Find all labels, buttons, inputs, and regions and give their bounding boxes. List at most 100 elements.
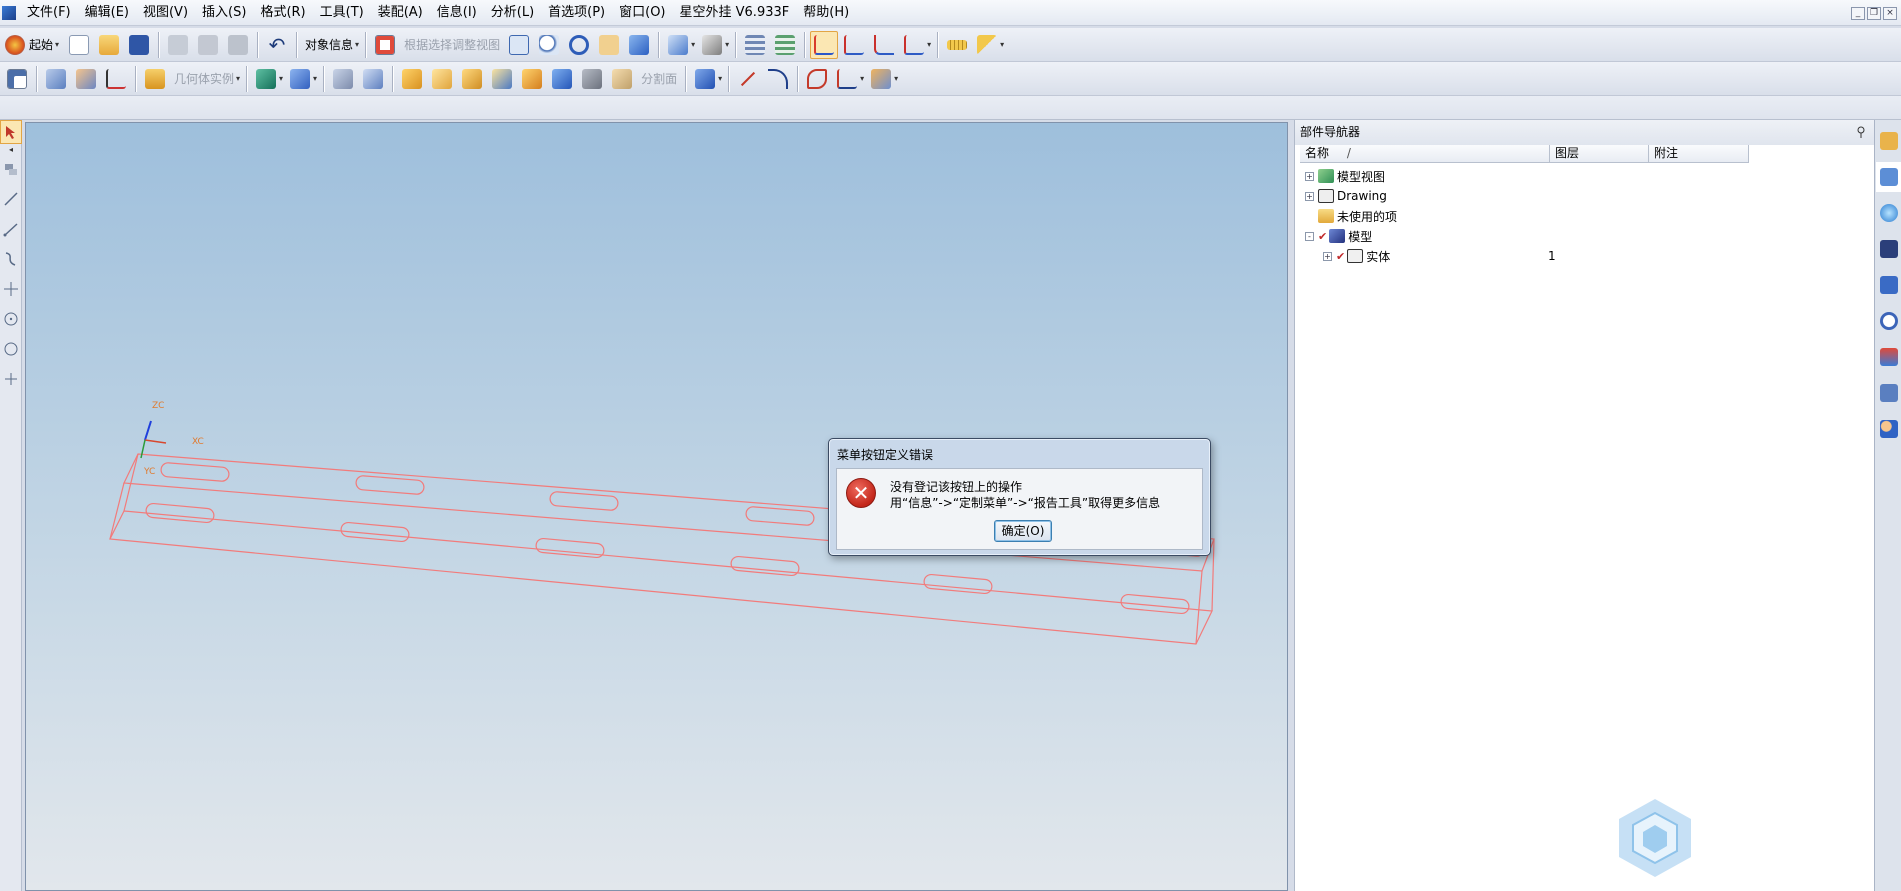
cross-tool-button[interactable]: [0, 364, 22, 394]
wcs-dynamics-button[interactable]: [810, 30, 839, 59]
menu-tools[interactable]: 工具(T): [313, 1, 371, 25]
shell-button[interactable]: [518, 65, 546, 93]
face-blend-button[interactable]: [428, 65, 456, 93]
pin-icon[interactable]: [1856, 126, 1866, 138]
zoom-fit-button[interactable]: [505, 31, 533, 59]
close-icon[interactable]: ×: [1883, 7, 1897, 20]
tree-row-drawing[interactable]: + Drawing: [1305, 187, 1387, 205]
profile-tool-button[interactable]: [0, 214, 22, 244]
split-face-button[interactable]: 分割面: [637, 70, 681, 87]
chamfer-button[interactable]: [458, 65, 486, 93]
column-header-layer[interactable]: 图层: [1550, 145, 1649, 163]
edge-blend-button[interactable]: [398, 65, 426, 93]
circle-tool-button[interactable]: [0, 334, 22, 364]
wcs-rotate-button[interactable]: [870, 31, 898, 59]
menu-preferences[interactable]: 首选项(P): [541, 1, 612, 25]
resource-web-browser-tab[interactable]: [1876, 198, 1901, 228]
menu-format[interactable]: 格式(R): [253, 1, 312, 25]
ok-button[interactable]: 确定(O): [994, 520, 1052, 542]
split-face-icon-button[interactable]: [608, 65, 636, 93]
resource-training-tab[interactable]: [1876, 234, 1901, 264]
resource-history-tab[interactable]: [1876, 306, 1901, 336]
menu-plugin[interactable]: 星空外挂 V6.933F: [673, 1, 797, 25]
hole-button[interactable]: [329, 65, 357, 93]
circle-center-tool-button[interactable]: [0, 304, 22, 334]
surface-button[interactable]: [867, 65, 895, 93]
column-header-note[interactable]: 附注: [1649, 145, 1749, 163]
geometry-instance-icon-button[interactable]: [141, 65, 169, 93]
collapse-toggle[interactable]: -: [1305, 231, 1314, 241]
resource-process-studio-tab[interactable]: [1876, 378, 1901, 408]
object-info-button[interactable]: 对象信息: [301, 36, 357, 53]
fit-view-to-selection-button[interactable]: 根据选择调整视图: [400, 36, 504, 53]
rotate-button[interactable]: [565, 31, 593, 59]
expand-toggle[interactable]: +: [1305, 171, 1314, 181]
datum-axis-button[interactable]: [72, 65, 100, 93]
tree-row-unused-items[interactable]: 未使用的项: [1318, 207, 1397, 225]
part-navigator-toggle-button[interactable]: [3, 65, 31, 93]
extrude-button[interactable]: [252, 65, 280, 93]
measure-distance-button[interactable]: [943, 31, 971, 59]
start-button[interactable]: 起始 ▾: [3, 31, 63, 59]
offset-face-button[interactable]: [548, 65, 576, 93]
resource-palette-tab[interactable]: [1876, 342, 1901, 372]
layer-settings-button[interactable]: [741, 31, 769, 59]
datum-csys-button[interactable]: [102, 65, 130, 93]
feature-ops-button[interactable]: [691, 65, 719, 93]
snap-tool-button[interactable]: [0, 154, 22, 184]
paste-button[interactable]: [224, 31, 252, 59]
expand-toggle[interactable]: +: [1305, 191, 1314, 201]
cut-button[interactable]: [164, 31, 192, 59]
copy-button[interactable]: [194, 31, 222, 59]
resource-part-navigator-tab[interactable]: [1876, 162, 1901, 192]
column-header-name[interactable]: 名称 /: [1300, 145, 1550, 163]
line-tool-button[interactable]: [0, 184, 22, 214]
orient-view-button[interactable]: [664, 31, 692, 59]
new-button[interactable]: [65, 31, 93, 59]
menu-analysis[interactable]: 分析(L): [484, 1, 541, 25]
minimize-icon[interactable]: _: [1851, 7, 1865, 20]
menu-help[interactable]: 帮助(H): [796, 1, 856, 25]
menu-edit[interactable]: 编辑(E): [78, 1, 136, 25]
curve-ops-button[interactable]: [833, 65, 861, 93]
selection-tool-button[interactable]: [0, 120, 22, 144]
trim-body-button[interactable]: [578, 65, 606, 93]
pan-button[interactable]: [595, 31, 623, 59]
arc-button[interactable]: [764, 65, 792, 93]
tree-row-solid-body[interactable]: + ✔ 实体: [1323, 247, 1390, 265]
menu-view[interactable]: 视图(V): [136, 1, 195, 25]
wcs-origin-button[interactable]: [840, 31, 868, 59]
tree-row-model-views[interactable]: + 模型视图: [1305, 167, 1385, 185]
save-button[interactable]: [125, 31, 153, 59]
menu-file[interactable]: 文件(F): [20, 1, 78, 25]
undo-button[interactable]: ↶: [263, 31, 291, 59]
datum-plane-button[interactable]: [42, 65, 70, 93]
open-button[interactable]: [95, 31, 123, 59]
boss-button[interactable]: [359, 65, 387, 93]
render-style-button[interactable]: [698, 31, 726, 59]
sketch-curve-button[interactable]: [803, 65, 831, 93]
point-tool-button[interactable]: [0, 274, 22, 304]
boolean-button[interactable]: [286, 65, 314, 93]
resource-assembly-navigator-tab[interactable]: [1876, 126, 1901, 156]
menu-insert[interactable]: 插入(S): [195, 1, 253, 25]
resource-roles-tab[interactable]: [1876, 414, 1901, 444]
measure-angle-button[interactable]: [973, 31, 1001, 59]
move-to-layer-button[interactable]: [771, 31, 799, 59]
menu-assembly[interactable]: 装配(A): [371, 1, 430, 25]
geometry-instance-button[interactable]: 几何体实例: [170, 70, 238, 87]
menu-window[interactable]: 窗口(O): [612, 1, 672, 25]
menu-information[interactable]: 信息(I): [430, 1, 484, 25]
line-button[interactable]: [734, 65, 762, 93]
tree-row-model[interactable]: - ✔ 模型: [1305, 227, 1372, 245]
zoom-button[interactable]: [535, 31, 563, 59]
draft-button[interactable]: [488, 65, 516, 93]
resource-help-tab[interactable]: [1876, 270, 1901, 300]
collapse-toggle[interactable]: ◂: [0, 144, 22, 154]
spline-tool-button[interactable]: [0, 244, 22, 274]
shaded-view-button[interactable]: [625, 31, 653, 59]
expand-toggle[interactable]: +: [1323, 251, 1332, 261]
restore-icon[interactable]: ❐: [1867, 7, 1881, 20]
select-filter-button[interactable]: [371, 31, 399, 59]
wcs-orient-button[interactable]: [900, 31, 928, 59]
